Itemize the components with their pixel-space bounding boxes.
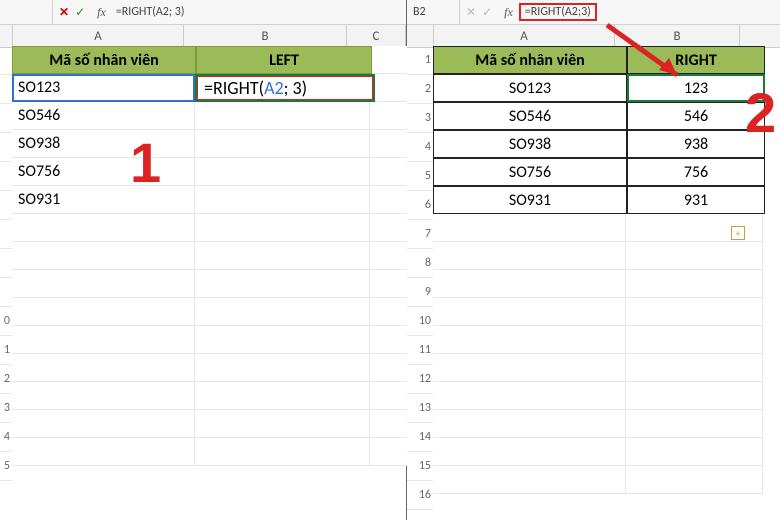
cell-b2-editing[interactable]: =RIGHT(A2; 3): [195, 74, 375, 102]
name-box[interactable]: [0, 0, 53, 24]
cell-a2[interactable]: SO123: [12, 74, 195, 102]
autofill-options-icon[interactable]: +: [731, 226, 745, 240]
cell-a3[interactable]: SO546: [433, 102, 627, 130]
cancel-icon: ✕: [466, 5, 476, 20]
fx-icon[interactable]: fx: [504, 5, 513, 20]
header-cell-a[interactable]: Mã số nhân viên: [12, 46, 196, 74]
cell-a6[interactable]: SO931: [12, 186, 195, 214]
cell-a5[interactable]: SO756: [433, 158, 627, 186]
col-header-b[interactable]: B: [184, 25, 347, 47]
row-headers: 012345: [0, 46, 12, 481]
formula-bar: B2 ✕ ✓ fx =RIGHT(A2;3): [407, 0, 780, 25]
row-headers: 12345678910111213141516: [407, 46, 433, 510]
name-box[interactable]: B2: [407, 0, 460, 24]
pane-formula-entry: ✕ ✓ fx =RIGHT(A2; 3) A B C 012345 Mã số …: [0, 0, 407, 520]
formula-bar: ✕ ✓ fx =RIGHT(A2; 3): [0, 0, 406, 25]
fx-icon[interactable]: fx: [97, 5, 106, 20]
column-headers: A B C: [0, 25, 406, 48]
col-header-a[interactable]: A: [434, 25, 615, 47]
confirm-icon: ✓: [482, 5, 492, 20]
col-header-c[interactable]: C: [347, 25, 406, 47]
pane-result: B2 ✕ ✓ fx =RIGHT(A2;3) A B 1234567891011…: [407, 0, 780, 520]
cell-a5[interactable]: SO756: [12, 158, 195, 186]
cell-b5[interactable]: 756: [627, 158, 765, 186]
formula-input[interactable]: =RIGHT(A2;3): [519, 3, 597, 21]
cell-a6[interactable]: SO931: [433, 186, 627, 214]
cell-a4[interactable]: SO938: [12, 130, 195, 158]
arrow-icon: [597, 20, 697, 90]
confirm-icon[interactable]: ✓: [75, 5, 85, 20]
cell-a4[interactable]: SO938: [433, 130, 627, 158]
formula-input[interactable]: =RIGHT(A2; 3): [112, 5, 189, 19]
cell-a3[interactable]: SO546: [12, 102, 195, 130]
annotation-badge-1: 1: [130, 130, 161, 195]
annotation-badge-2: 2: [745, 80, 776, 145]
cancel-icon[interactable]: ✕: [59, 5, 69, 20]
col-header-a[interactable]: A: [13, 25, 184, 47]
cell-b6[interactable]: 931: [627, 186, 765, 214]
header-cell-b[interactable]: LEFT: [196, 46, 372, 74]
column-headers: A B: [407, 25, 780, 48]
